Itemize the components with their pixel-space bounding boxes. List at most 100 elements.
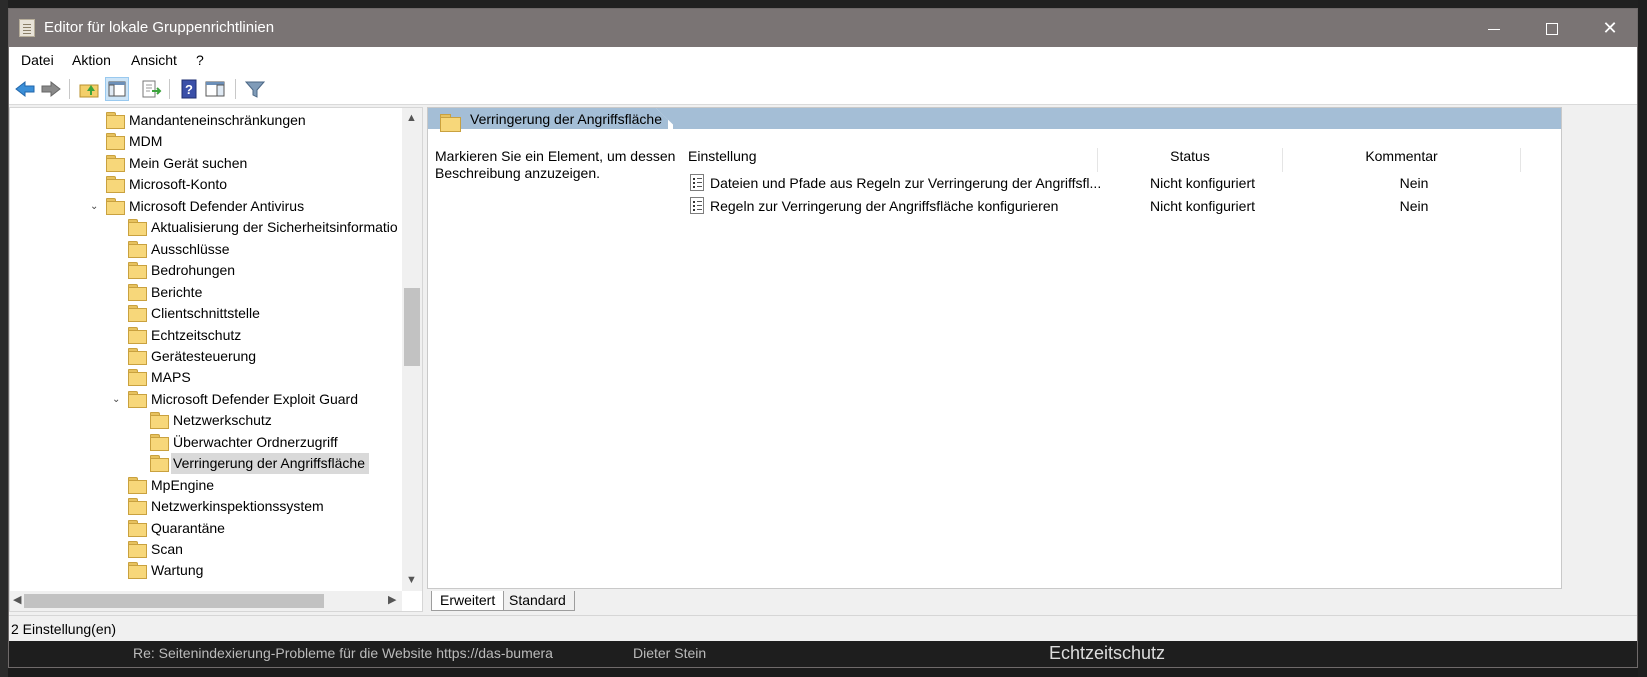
console-tree[interactable]: Mandanteneinschränkungen MDM Mein Gerät su… <box>9 107 423 612</box>
setting-comment: Nein <box>1399 198 1429 214</box>
close-icon: ✕ <box>1602 18 1618 38</box>
scroll-left-icon[interactable]: ◀ <box>13 593 21 606</box>
filter-funnel-icon <box>244 81 266 98</box>
folder-icon <box>106 176 125 194</box>
setting-row[interactable]: Dateien und Pfade aus Regeln zur Verring… <box>690 172 1561 194</box>
tab-standard[interactable]: Standard <box>501 591 575 611</box>
up-one-level-button[interactable] <box>77 77 101 101</box>
setting-comment: Nein <box>1399 175 1429 191</box>
maximize-button[interactable] <box>1523 9 1581 47</box>
tree-hscroll-thumb[interactable] <box>24 594 324 608</box>
folder-icon <box>128 369 147 387</box>
setting-name: Regeln zur Verringerung der Angriffsfläc… <box>710 198 1059 214</box>
tree-item-label: Microsoft-Konto <box>129 176 228 193</box>
menu-aktion[interactable]: Aktion <box>72 52 111 68</box>
folder-icon <box>128 262 147 280</box>
svg-text:?: ? <box>185 82 193 97</box>
tree-item-label: Scan <box>151 541 183 557</box>
minimize-button[interactable] <box>1465 9 1523 47</box>
details-header-tab: Verringerung der Angriffsfläche <box>428 108 673 138</box>
tree-item-label: MpEngine <box>151 476 215 493</box>
tree-item-label: Wartung <box>151 562 204 579</box>
toolbar-separator <box>69 79 70 99</box>
menu-datei[interactable]: Datei <box>21 52 54 68</box>
scroll-right-icon[interactable]: ▶ <box>388 593 396 606</box>
tree-vscroll-thumb[interactable] <box>404 288 420 366</box>
tree-item-label: Bedrohungen <box>151 262 236 279</box>
folder-icon <box>106 133 125 151</box>
folder-icon <box>128 390 147 408</box>
tree-vertical-scrollbar[interactable]: ▲ ▼ <box>402 108 422 591</box>
description-text: Markieren Sie ein Element, um dessen Bes… <box>435 148 676 181</box>
menu-bar: Datei Aktion Ansicht ? <box>9 47 1637 73</box>
column-header-setting[interactable]: Einstellung <box>678 148 1098 172</box>
gpedit-app-icon <box>19 19 35 37</box>
folder-icon <box>106 112 125 129</box>
status-text: 2 Einstellung(en) <box>11 621 117 637</box>
folder-icon <box>106 154 125 172</box>
folder-icon <box>128 541 147 558</box>
menu-ansicht[interactable]: Ansicht <box>131 52 177 68</box>
maximize-icon <box>1546 23 1558 36</box>
tab-erweitert[interactable]: Erweitert <box>431 591 505 611</box>
background-strip-top <box>0 0 1647 8</box>
show-hide-tree-button[interactable] <box>105 77 129 101</box>
folder-icon <box>128 240 147 258</box>
details-header-title: Verringerung der Angriffsfläche <box>470 111 662 127</box>
chevron-down-icon[interactable]: ⌄ <box>90 196 98 217</box>
details-pane: Verringerung der Angriffsfläche Markiere… <box>427 107 1562 589</box>
tree-item-label: Echtzeitschutz <box>151 326 242 343</box>
policy-setting-icon <box>690 197 704 214</box>
folder-icon <box>128 305 147 323</box>
toolbar-separator <box>169 79 170 99</box>
setting-row[interactable]: Regeln zur Verringerung der Angriffsfläc… <box>690 195 1561 217</box>
folder-icon <box>128 562 147 580</box>
console-tree-icon <box>108 81 126 97</box>
folder-icon <box>128 476 147 494</box>
back-button[interactable] <box>13 77 37 101</box>
column-header-status[interactable]: Status <box>1098 148 1283 172</box>
menu-help[interactable]: ? <box>196 52 204 68</box>
tree-item-label: Quarantäne <box>151 519 225 536</box>
background-text: Re: Seitenindexierung-Probleme für die W… <box>133 645 553 661</box>
show-action-pane-button[interactable] <box>203 77 227 101</box>
title-bar[interactable]: Editor für lokale Gruppenrichtlinien ✕ <box>9 9 1637 47</box>
tree-item-label: Berichte <box>151 283 203 300</box>
filter-button[interactable] <box>243 77 267 101</box>
forward-button[interactable] <box>39 77 63 101</box>
toolbar: ? <box>9 73 1637 105</box>
tree-item-label: Aktualisierung der Sicherheitsinformatio <box>151 219 398 236</box>
gpedit-window: Editor für lokale Gruppenrichtlinien ✕ D… <box>8 8 1638 668</box>
folder-icon <box>128 519 147 537</box>
folder-icon <box>128 283 147 301</box>
tree-item-label: Clientschnittstelle <box>151 305 260 322</box>
folder-icon <box>128 219 147 237</box>
view-tabs: Erweitert Standard <box>427 589 1562 613</box>
tree-horizontal-scrollbar[interactable]: ◀ ▶ <box>10 591 402 611</box>
tree-item-label: Microsoft Defender Antivirus <box>129 197 305 214</box>
tree-item-label: Gerätesteuerung <box>151 347 257 364</box>
folder-icon <box>128 326 147 344</box>
scroll-down-icon[interactable]: ▼ <box>406 574 417 586</box>
export-list-button[interactable] <box>139 77 163 101</box>
minimize-icon <box>1488 28 1500 30</box>
folder-icon <box>440 114 461 132</box>
setting-status: Nicht konfiguriert <box>1149 198 1256 214</box>
tree-item-label: Verringerung der Angriffsfläche <box>171 453 369 475</box>
window-title: Editor für lokale Gruppenrichtlinien <box>44 19 275 36</box>
folder-up-icon <box>79 84 99 98</box>
close-button[interactable]: ✕ <box>1581 9 1637 47</box>
column-header-comment[interactable]: Kommentar <box>1283 148 1521 172</box>
folder-icon <box>150 455 169 473</box>
folder-icon <box>106 197 125 215</box>
help-button[interactable]: ? <box>177 77 201 101</box>
scroll-up-icon[interactable]: ▲ <box>406 112 417 124</box>
background-right <box>1638 0 1647 677</box>
folder-icon <box>150 412 169 430</box>
policy-setting-icon <box>690 174 704 191</box>
toolbar-separator <box>235 79 236 99</box>
arrow-right-icon <box>41 80 61 98</box>
tree-item-label: MAPS <box>151 369 191 386</box>
chevron-down-icon[interactable]: ⌄ <box>112 389 120 410</box>
folder-icon <box>128 347 147 365</box>
